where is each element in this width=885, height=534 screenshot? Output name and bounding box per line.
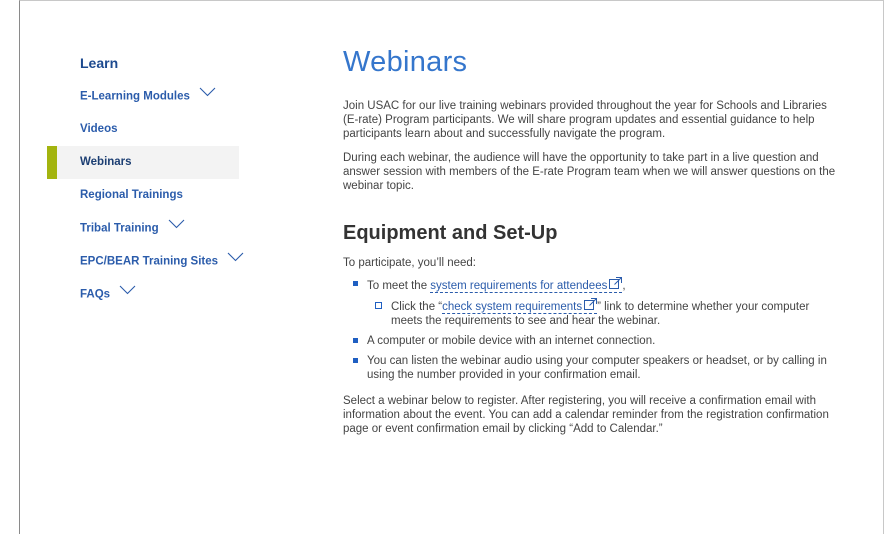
bullet-hollow-square-icon <box>375 302 382 309</box>
bullet-text-prefix: To meet the <box>367 280 431 292</box>
bullet-text-suffix: , <box>622 280 626 292</box>
sidebar-item-tribal-training[interactable]: Tribal Training <box>47 212 239 245</box>
main-content: Webinars Join USAC for our live training… <box>343 42 843 436</box>
check-system-requirements-link[interactable]: check system requirements <box>442 298 598 314</box>
sub-text-prefix: Click the “ <box>391 301 443 313</box>
section-title: Equipment and Set-Up <box>343 222 558 244</box>
sub-list: Click the “check system requirements” li… <box>367 298 843 328</box>
system-requirements-link[interactable]: system requirements for attendees <box>430 277 623 293</box>
sidebar-item-label: Regional Trainings <box>80 189 183 201</box>
bullet-square-icon <box>353 281 358 286</box>
bullet-text: You can listen the webinar audio using y… <box>367 355 827 381</box>
intro-paragraph: Join USAC for our live training webinars… <box>343 100 827 140</box>
bullet-square-icon <box>353 358 358 363</box>
sidebar-nav: Learn E-Learning Modules Videos Webinars… <box>47 50 244 311</box>
requirements-list: To meet the system requirements for atte… <box>343 277 843 382</box>
chevron-down-icon[interactable] <box>227 243 244 276</box>
external-link-icon <box>609 277 623 293</box>
sidebar-item-label: FAQs <box>80 288 111 301</box>
list-item: You can listen the webinar audio using y… <box>343 354 843 382</box>
sidebar-item-label: Tribal Training <box>80 222 159 235</box>
bullet-text: A computer or mobile device with an inte… <box>367 335 656 347</box>
chevron-down-icon[interactable] <box>119 276 136 309</box>
intro-paragraph-2: During each webinar, the audience will h… <box>343 152 836 192</box>
requirements-lead: To participate, you’ll need: <box>343 257 476 269</box>
external-link-icon <box>584 298 598 314</box>
sidebar-item-epc-bear-training-sites[interactable]: EPC/BEAR Training Sites <box>47 245 244 278</box>
link-text: system requirements for attendees <box>430 280 608 292</box>
sidebar-item-webinars[interactable]: Webinars <box>47 146 239 179</box>
sidebar-heading: Learn <box>80 55 119 71</box>
sidebar-item-faqs[interactable]: FAQs <box>47 278 239 311</box>
closing-paragraph: Select a webinar below to register. Afte… <box>343 395 829 435</box>
bullet-square-icon <box>353 338 358 343</box>
sidebar-item-label: E-Learning Modules <box>80 90 190 103</box>
sidebar-item-videos[interactable]: Videos <box>47 113 239 146</box>
list-item: A computer or mobile device with an inte… <box>343 334 843 348</box>
list-item: Click the “check system requirements” li… <box>365 298 843 328</box>
sidebar-item-e-learning-modules[interactable]: E-Learning Modules <box>47 80 239 113</box>
sidebar-item-label: EPC/BEAR Training Sites <box>80 255 219 268</box>
list-item: To meet the system requirements for atte… <box>343 277 843 328</box>
sidebar-item-label: Videos <box>80 123 118 135</box>
chevron-down-icon[interactable] <box>168 210 185 243</box>
chevron-down-icon[interactable] <box>199 78 216 111</box>
sidebar-item-regional-trainings[interactable]: Regional Trainings <box>47 179 239 212</box>
page-title: Webinars <box>343 46 468 78</box>
sidebar-item-label: Webinars <box>80 156 132 168</box>
link-text: check system requirements <box>442 301 583 313</box>
